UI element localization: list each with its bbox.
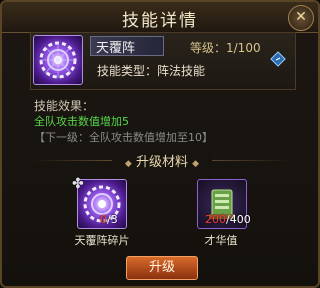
dialog-title: 技能详情 [122, 11, 198, 31]
fragment-label: 天覆阵碎片 [74, 234, 130, 247]
talent-count: 200/400 [205, 213, 251, 226]
fragment-need: /3 [107, 213, 118, 226]
formation-wheel-icon [39, 41, 77, 79]
close-icon[interactable]: ✕ [288, 5, 314, 31]
skill-icon [33, 35, 83, 85]
fragment-count: 0/3 [100, 213, 118, 226]
effect-next-level: 【下一级：全队攻击数值增加至10】 [34, 131, 213, 144]
skill-detail-dialog: 技能详情 ✕ 天覆阵 等级：1/100 技能类型：阵法技能 技能效果： 全队攻击… [0, 0, 320, 288]
talent-need: /400 [226, 213, 251, 226]
ornament-dot-icon: ◆ [192, 159, 200, 169]
title-bar: 技能详情 ✕ [2, 2, 318, 33]
effect-current: 全队攻击数值增加5 [34, 115, 129, 128]
skill-level: 等级：1/100 [190, 41, 261, 55]
ornament-dot-icon: ◆ [124, 159, 132, 169]
skill-type: 技能类型：阵法技能 [97, 64, 206, 78]
talent-label: 才华值 [204, 234, 238, 247]
fragment-clover-icon: ✤ [72, 176, 84, 192]
swap-diamond-icon[interactable] [270, 51, 286, 67]
skill-name: 天覆阵 [96, 41, 136, 56]
upgrade-button[interactable]: 升级 [126, 256, 198, 280]
fragment-have: 0 [100, 213, 107, 226]
talent-have: 200 [205, 213, 226, 226]
materials-title: ◆ 升级材料 ◆ [112, 151, 212, 170]
materials-title-text: 升级材料 [135, 155, 188, 170]
effect-heading: 技能效果： [34, 99, 95, 113]
